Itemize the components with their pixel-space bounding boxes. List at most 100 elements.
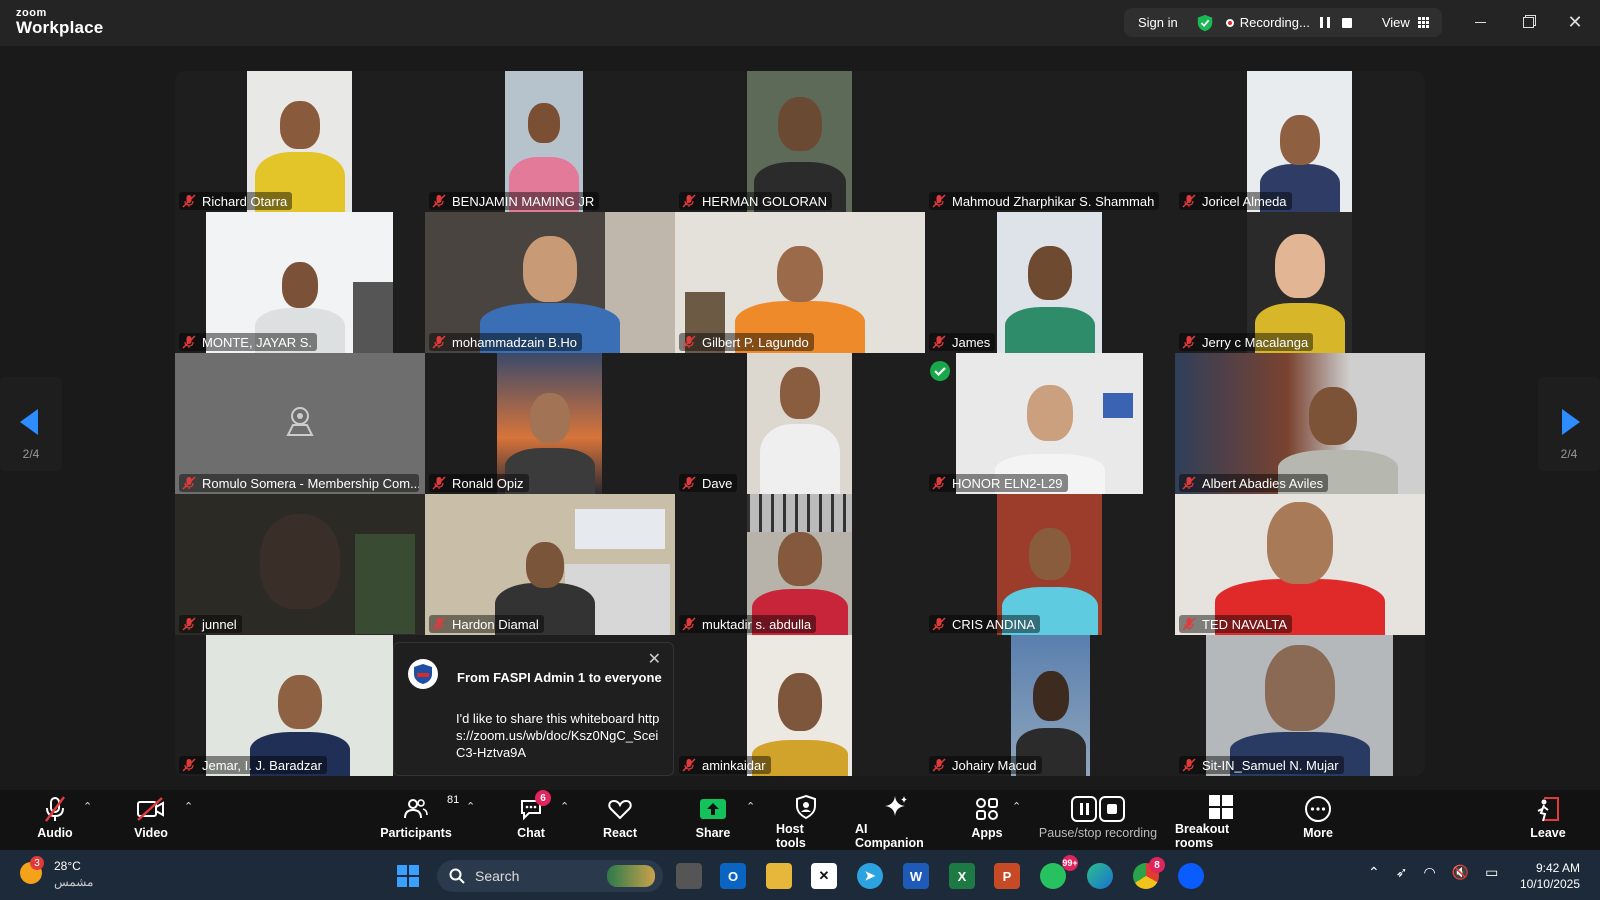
leave-label: Leave [1530, 826, 1566, 840]
next-page-button[interactable]: 2/4 [1538, 377, 1600, 471]
audio-button[interactable]: Audio [36, 790, 74, 850]
location-icon[interactable]: ➶ [1396, 864, 1408, 881]
battery-icon[interactable]: ▭ [1485, 864, 1498, 881]
meeting-toolbar: Audio ⌃ Video ⌃ 81 Participants ⌃ 6 Chat… [0, 790, 1600, 850]
participant-tile[interactable]: MONTE, JAYAR S. [175, 212, 425, 353]
sign-in-link[interactable]: Sign in [1138, 15, 1178, 30]
more-button[interactable]: More [1300, 790, 1336, 850]
breakout-rooms-button[interactable]: Breakout rooms [1175, 790, 1267, 850]
chrome-icon[interactable]: 8 [1133, 857, 1165, 889]
pause-recording-icon[interactable] [1319, 17, 1330, 28]
chat-options-chevron-icon[interactable]: ⌃ [560, 800, 569, 813]
capcut-icon[interactable]: ✕ [811, 863, 837, 889]
close-window-icon[interactable]: ✕ [1561, 10, 1589, 34]
video-options-chevron-icon[interactable]: ⌃ [184, 800, 193, 813]
restore-icon[interactable] [1514, 10, 1542, 34]
wifi-icon[interactable]: ◠ [1423, 864, 1435, 881]
pause-stop-icon [1071, 796, 1125, 822]
apps-button[interactable]: Apps [969, 790, 1005, 850]
security-shield-icon[interactable] [1196, 14, 1214, 32]
excel-icon[interactable]: X [949, 863, 975, 889]
participant-tile[interactable]: BENJAMIN MAMING JR [425, 71, 675, 212]
participant-tile[interactable]: muktadir s. abdulla [675, 494, 925, 635]
logo-big-text: Workplace [16, 18, 104, 37]
powerpoint-icon[interactable]: P [994, 863, 1020, 889]
participant-tile[interactable]: TED NAVALTA [1175, 494, 1425, 635]
arrow-left-icon [20, 409, 38, 435]
react-button[interactable]: React [602, 790, 638, 850]
share-options-chevron-icon[interactable]: ⌃ [746, 800, 755, 813]
chat-notification-popup[interactable]: From FASPI Admin 1 to everyone I'd like … [393, 642, 674, 776]
participant-name: mohammadzain B.Ho [452, 334, 577, 350]
file-explorer-icon[interactable] [766, 863, 792, 889]
ai-companion-button[interactable]: AI Companion [855, 790, 937, 850]
participant-name-tag: Mahmoud Zharphikar S. Shammah [929, 192, 1160, 210]
participant-name-tag: HERMAN GOLORAN [679, 192, 832, 210]
mic-muted-icon [1182, 194, 1196, 208]
minimize-icon[interactable] [1466, 10, 1494, 34]
participant-tile[interactable]: Jerry c Macalanga [1175, 212, 1425, 353]
zoom-taskbar-icon[interactable] [1178, 863, 1204, 889]
participant-tile[interactable]: Hardon Diamal [425, 494, 675, 635]
participant-tile[interactable]: Sit-IN_Samuel N. Mujar [1175, 635, 1425, 776]
audio-options-chevron-icon[interactable]: ⌃ [83, 800, 92, 813]
host-tools-button[interactable]: Host tools [776, 790, 836, 850]
participant-tile[interactable]: James [925, 212, 1175, 353]
participant-name: Jerry c Macalanga [1202, 334, 1309, 350]
participant-tile[interactable]: Mahmoud Zharphikar S. Shammah [925, 71, 1175, 212]
apps-options-chevron-icon[interactable]: ⌃ [1012, 800, 1021, 813]
chat-button[interactable]: 6 Chat [515, 790, 551, 850]
video-label: Video [134, 826, 168, 840]
participants-options-chevron-icon[interactable]: ⌃ [466, 800, 475, 813]
participant-tile[interactable]: HERMAN GOLORAN [675, 71, 925, 212]
participant-tile[interactable]: Gilbert P. Lagundo [675, 212, 925, 353]
participant-tile[interactable]: mohammadzain B.Ho [425, 212, 675, 353]
whatsapp-icon[interactable]: 99+ [1040, 855, 1078, 889]
participant-tile[interactable]: Joricel Almeda [1175, 71, 1425, 212]
edge-icon[interactable] [1087, 863, 1113, 889]
leave-button[interactable]: Leave [1530, 790, 1566, 850]
stop-recording-icon[interactable] [1341, 17, 1352, 28]
participants-button[interactable]: 81 Participants [380, 790, 459, 850]
participant-tile[interactable]: Johairy Macud [925, 635, 1175, 776]
participant-tile[interactable]: Romulo Somera - Membership Com... [175, 353, 425, 494]
speaker-muted-icon[interactable]: 🔇 [1452, 864, 1469, 881]
word-icon[interactable]: W [903, 863, 929, 889]
participant-tile[interactable]: junnel [175, 494, 425, 635]
pause-stop-recording-button[interactable]: Pause/stop recording [1036, 790, 1160, 850]
windows-start-icon[interactable] [395, 863, 421, 889]
share-button[interactable]: Share [693, 790, 733, 850]
participant-tile[interactable]: Jemar, I. J. Baradzar [175, 635, 425, 776]
participant-tile[interactable]: aminkaidar [675, 635, 925, 776]
participant-name-tag: TED NAVALTA [1179, 615, 1292, 633]
chat-message-text[interactable]: I'd like to share this whiteboard https:… [456, 710, 666, 761]
outlook-icon[interactable]: O [720, 863, 746, 889]
task-view-icon[interactable] [676, 863, 702, 889]
previous-page-button[interactable]: 2/4 [0, 377, 62, 471]
telegram-icon[interactable]: ➤ [857, 863, 883, 889]
app-logo: zoom Workplace [16, 8, 104, 37]
participant-tile[interactable]: Albert Abadies Aviles [1175, 353, 1425, 494]
participant-tile[interactable]: Ronald Opiz [425, 353, 675, 494]
close-popup-icon[interactable]: ✕ [648, 649, 661, 669]
mic-muted-icon [932, 476, 946, 490]
participant-name: HERMAN GOLORAN [702, 193, 827, 209]
view-grid-icon[interactable] [1417, 17, 1429, 28]
taskbar-clock[interactable]: 9:42 AM 10/10/2025 [1520, 860, 1580, 892]
mic-muted-icon [682, 758, 696, 772]
search-placeholder: Search [475, 868, 520, 884]
video-button[interactable]: Video [130, 790, 172, 850]
participant-count: 81 [447, 794, 460, 806]
tray-overflow-chevron-icon[interactable]: ⌃ [1368, 864, 1380, 881]
system-tray: ⌃ ➶ ◠ 🔇 ▭ [1368, 864, 1498, 881]
participant-tile[interactable]: CRIS ANDINA [925, 494, 1175, 635]
participant-tile[interactable]: Richard Otarra [175, 71, 425, 212]
view-button[interactable]: View [1382, 15, 1410, 30]
participant-name-tag: Dave [679, 474, 738, 492]
windows-taskbar: 3 28°C مشمس Search O ✕ ➤ W X P 99+ 8 ⌃ ➶… [0, 850, 1600, 900]
taskbar-search-box[interactable]: Search [437, 860, 663, 892]
participant-name: BENJAMIN MAMING JR [452, 193, 595, 209]
participant-tile[interactable]: Dave [675, 353, 925, 494]
participant-tile[interactable]: HONOR ELN2-L29 [925, 353, 1175, 494]
weather-widget[interactable]: 3 28°C مشمس [20, 856, 93, 890]
